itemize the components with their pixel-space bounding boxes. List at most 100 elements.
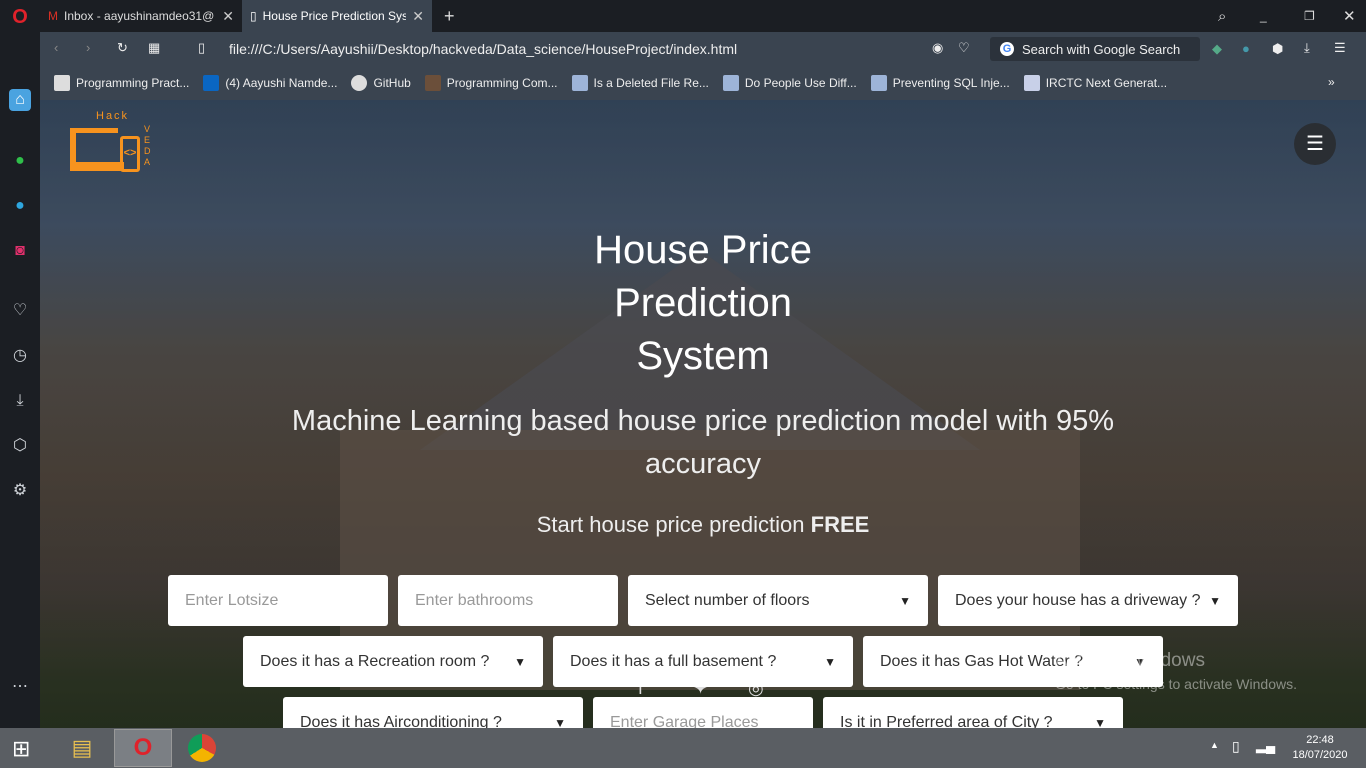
download-icon[interactable]: ⤓ [9,390,31,412]
hackveda-logo[interactable]: <> Hack VEDA [70,110,152,174]
signal-icon[interactable]: ▂▄ [1256,738,1275,754]
close-window-button[interactable]: ✕ [1335,0,1364,32]
settings-icon[interactable]: ⚙ [9,480,31,502]
close-icon[interactable]: ✕ [412,8,424,25]
code-icon: <> [120,136,140,172]
new-tab-button[interactable]: + [436,0,463,32]
select-value: Select number of floors [645,591,810,609]
search-field[interactable]: G Search with Google Search [990,37,1200,61]
google-icon: G [1000,42,1014,56]
vpn-icon[interactable]: ● [1242,41,1250,56]
driveway-select[interactable]: Does your house has a driveway ? ▼ [938,575,1238,626]
easy-setup-icon[interactable]: ☰ [1334,40,1346,56]
bookmark-label: IRCTC Next Generat... [1045,76,1168,90]
menu-hamburger-button[interactable]: ☰ [1294,123,1336,165]
tab-label: House Price Prediction Syst [262,9,407,23]
windows-start-icon[interactable]: ⊞ [12,736,30,762]
logo-text: Hack [96,110,130,122]
page-icon: ▯ [198,40,206,55]
bookmark-label: Programming Com... [446,76,558,90]
bookmark-label: Preventing SQL Inje... [892,76,1010,90]
bookmark[interactable]: Preventing SQL Inje... [870,75,1010,91]
select-value: Does it has a full basement ? [570,652,777,670]
camera-icon[interactable]: ◉ [932,40,943,56]
battery-icon[interactable]: ▯ [1232,738,1240,755]
telegram-icon[interactable]: ● [9,195,31,217]
taskbar: ⊞ ▤ O ▲ ▯ ▂▄ 22:48 18/07/2020 [0,728,1366,768]
forward-icon[interactable]: › [86,40,90,55]
bookmark[interactable]: Programming Com... [424,75,558,91]
bookmark[interactable]: (4) Aayushi Namde... [203,75,337,91]
dna-icon [870,75,887,91]
dna-icon [571,75,588,91]
recroom-select[interactable]: Does it has a Recreation room ? ▼ [243,636,543,687]
chrome-icon[interactable] [188,734,216,762]
cta-text: Start house price prediction FREE [340,512,1066,538]
basement-select[interactable]: Does it has a full basement ? ▼ [553,636,853,687]
more-icon[interactable]: ⋯ [9,676,31,698]
tab-inbox[interactable]: M Inbox - aayushinamdeo31@ ✕ [40,0,242,32]
select-value: Does your house has a driveway ? [955,591,1201,609]
download-icon[interactable]: ⤓ [1304,40,1310,56]
opera-logo-icon[interactable]: O [9,6,31,28]
caret-down-icon: ▼ [899,593,911,608]
cta-prefix: Start house price prediction [536,512,811,537]
caret-down-icon: ▼ [824,654,836,669]
reload-icon[interactable]: ↻ [117,40,128,56]
bookmark[interactable]: IRCTC Next Generat... [1023,75,1168,91]
heart-icon[interactable]: ♡ [9,300,31,322]
heart-icon[interactable]: ♡ [958,40,970,56]
file-explorer-icon[interactable]: ▤ [60,730,104,766]
bathrooms-input[interactable]: Enter bathrooms [398,575,618,626]
lotsize-input[interactable]: Enter Lotsize [168,575,388,626]
clock[interactable]: 22:48 18/07/2020 [1290,733,1350,763]
caret-down-icon: ▼ [1209,593,1221,608]
bookmark[interactable]: Do People Use Diff... [722,75,857,91]
prefarea-select[interactable]: Is it in Preferred area of City ? ▼ [823,697,1123,728]
opera-sidebar: O ⌂ ● ● ◙ ♡ ◷ ⤓ ⬡ ⚙ ⋯ [0,0,40,728]
garage-input[interactable]: Enter Garage Places [593,697,813,728]
search-icon[interactable]: ⌕ [1210,0,1234,32]
close-icon[interactable]: ✕ [222,8,234,25]
page-title: House Price Prediction System [500,224,906,383]
caret-down-icon: ▼ [1094,715,1106,729]
minimize-button[interactable]: _ [1252,0,1275,32]
bookmark[interactable]: Programming Pract... [54,75,189,91]
bookmark-label: GitHub [373,76,411,90]
tray-expand-icon[interactable]: ▲ [1210,740,1219,750]
tab-house-price[interactable]: ▯ House Price Prediction Syst ✕ [242,0,432,32]
bookmark-label: (4) Aayushi Namde... [225,76,338,90]
select-value: Is it in Preferred area of City ? [840,713,1053,729]
bookmark[interactable]: Is a Deleted File Re... [571,75,709,91]
bookmark-label: Is a Deleted File Re... [593,76,709,90]
cube-icon[interactable]: ⬢ [1272,41,1283,57]
instagram-icon[interactable]: ◙ [9,240,31,262]
whatsapp-icon[interactable]: ● [9,150,31,172]
back-icon[interactable]: ‹ [54,40,58,55]
irctc-icon [1023,75,1040,91]
tab-bar: M Inbox - aayushinamdeo31@ ✕ ▯ House Price … [40,0,1366,32]
more-bookmarks-icon[interactable]: » [1328,75,1335,89]
history-icon[interactable]: ◷ [9,345,31,367]
home-icon[interactable]: ⌂ [9,89,31,111]
floors-select[interactable]: Select number of floors ▼ [628,575,928,626]
restore-button[interactable]: ❐ [1296,0,1323,32]
extension-icon[interactable]: ◆ [1212,41,1222,57]
hero-section: <> Hack VEDA ☰ House Price Prediction Sy… [40,100,1366,728]
hackerrank-icon [54,75,70,91]
select-value: Does it has a Recreation room ? [260,652,490,670]
title-line: House Price [594,228,812,272]
logo-sub: VEDA [144,124,151,167]
bookmark-label: Do People Use Diff... [744,76,857,90]
github-icon [351,75,368,91]
time: 22:48 [1306,734,1334,746]
title-line: System [636,334,770,378]
aircon-select[interactable]: Does it has Airconditioning ? ▼ [283,697,583,728]
speed-dial-icon[interactable]: ▦ [148,40,160,56]
opera-taskbar-icon[interactable]: O [114,729,172,767]
linkedin-icon [203,75,220,91]
bookmark[interactable]: GitHub [351,75,411,91]
url-field[interactable]: file:///C:/Users/Aayushii/Desktop/hackve… [229,41,737,57]
laptop-base [70,162,124,171]
cube-icon[interactable]: ⬡ [9,435,31,457]
